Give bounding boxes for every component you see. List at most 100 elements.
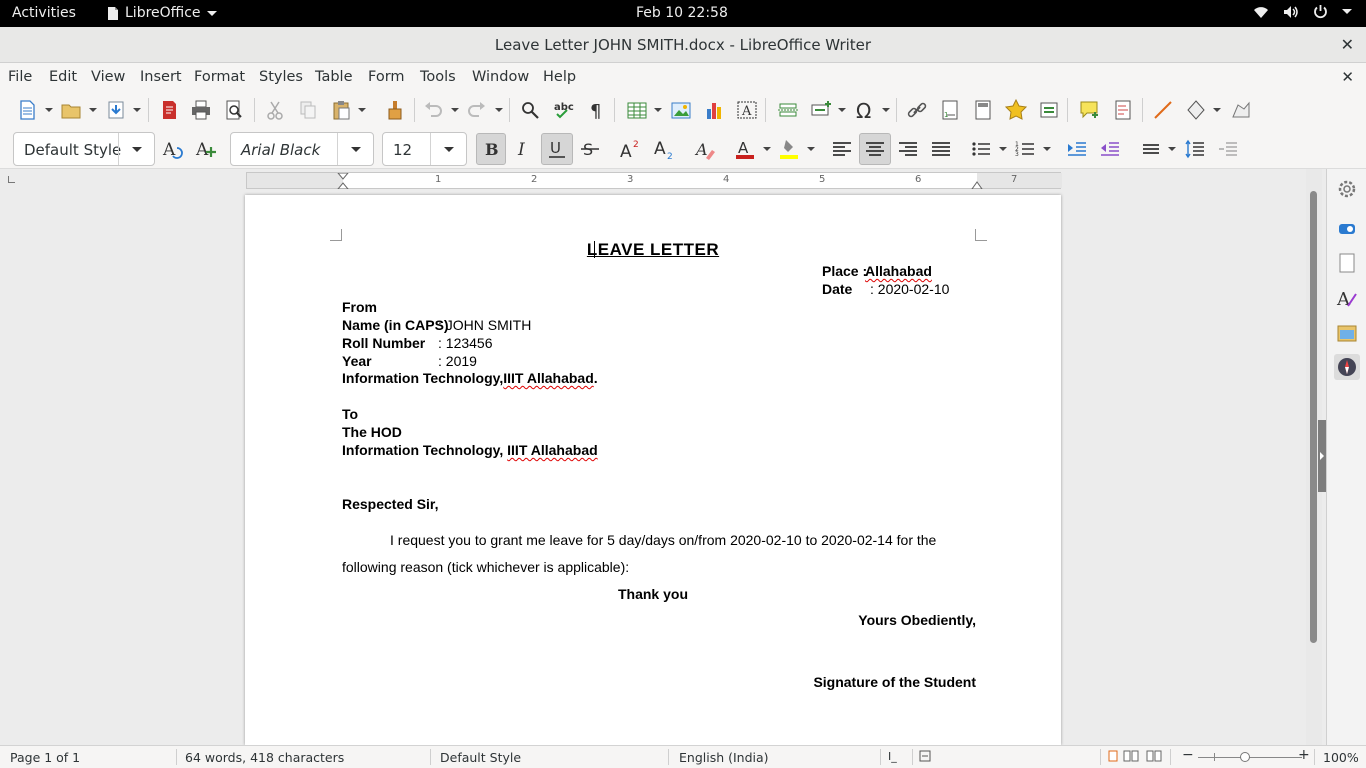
zoom-out-button[interactable]: − — [1182, 747, 1194, 763]
increase-indent-icon[interactable] — [1064, 136, 1090, 162]
print-preview-icon[interactable] — [221, 97, 247, 123]
line-spacing-icon[interactable] — [1138, 136, 1164, 162]
chevron-down-icon[interactable] — [495, 108, 503, 112]
page-header-icon[interactable] — [970, 97, 996, 123]
draw-functions-icon[interactable] — [1228, 97, 1254, 123]
bookmark-icon[interactable] — [1003, 97, 1029, 123]
superscript-button[interactable]: A2 — [617, 136, 643, 162]
chevron-down-icon[interactable] — [451, 108, 459, 112]
align-right-button[interactable] — [895, 136, 921, 162]
print-icon[interactable] — [188, 97, 214, 123]
chevron-down-icon[interactable] — [763, 147, 771, 151]
chevron-down-icon[interactable] — [133, 108, 141, 112]
menu-window[interactable]: Window — [472, 69, 529, 85]
menu-view[interactable]: View — [91, 69, 125, 85]
new-style-icon[interactable]: A — [193, 136, 219, 162]
right-indent-marker-icon[interactable] — [970, 181, 984, 189]
export-pdf-icon[interactable] — [156, 97, 182, 123]
chevron-down-icon[interactable] — [89, 108, 97, 112]
update-style-icon[interactable]: A — [160, 136, 186, 162]
chevron-down-icon[interactable] — [807, 147, 815, 151]
paragraph-style-combo[interactable]: Default Style — [13, 132, 155, 166]
insert-textbox-icon[interactable]: A — [734, 97, 760, 123]
insert-field-icon[interactable] — [808, 97, 834, 123]
text-language[interactable]: English (India) — [679, 750, 769, 765]
unordered-list-icon[interactable] — [968, 136, 994, 162]
font-color-icon[interactable]: A — [732, 136, 758, 162]
chevron-down-icon[interactable] — [430, 133, 466, 165]
menu-file[interactable]: File — [8, 69, 32, 85]
align-center-button[interactable] — [859, 133, 891, 165]
paragraph-indent-icon[interactable] — [1215, 136, 1241, 162]
chevron-down-icon[interactable] — [337, 133, 373, 165]
special-character-icon[interactable]: Ω — [852, 97, 878, 123]
zoom-in-button[interactable]: + — [1298, 747, 1310, 763]
insert-line-icon[interactable] — [1150, 97, 1176, 123]
paragraph-spacing-icon[interactable] — [1182, 136, 1208, 162]
scrollbar-thumb[interactable] — [1310, 191, 1317, 643]
basic-shapes-icon[interactable] — [1183, 97, 1209, 123]
document-close-button[interactable]: ✕ — [1341, 68, 1354, 86]
decrease-indent-icon[interactable] — [1097, 136, 1123, 162]
clock[interactable]: Feb 10 22:58 — [636, 5, 728, 21]
save-icon[interactable] — [103, 97, 129, 123]
insert-chart-icon[interactable] — [701, 97, 727, 123]
sidebar-settings-icon[interactable] — [1334, 176, 1360, 202]
highlight-color-icon[interactable] — [776, 136, 802, 162]
cross-reference-icon[interactable] — [1036, 97, 1062, 123]
sidebar-gallery-icon[interactable] — [1334, 320, 1360, 346]
chevron-down-icon[interactable] — [45, 108, 53, 112]
clear-formatting-icon[interactable]: A — [692, 136, 718, 162]
sidebar-styles-icon[interactable]: A — [1334, 285, 1360, 311]
chevron-down-icon[interactable] — [358, 108, 366, 112]
menu-form[interactable]: Form — [368, 69, 405, 85]
italic-button[interactable]: I — [510, 136, 536, 162]
indent-marker-icon[interactable] — [336, 173, 350, 189]
word-count[interactable]: 64 words, 418 characters — [185, 750, 344, 765]
menu-help[interactable]: Help — [543, 69, 576, 85]
redo-icon[interactable] — [464, 97, 490, 123]
hyperlink-icon[interactable] — [904, 97, 930, 123]
cut-icon[interactable] — [262, 97, 288, 123]
insert-mode-icon[interactable]: I_ — [888, 750, 897, 763]
new-document-icon[interactable] — [14, 97, 40, 123]
justify-button[interactable] — [928, 136, 954, 162]
chevron-down-icon[interactable] — [882, 108, 890, 112]
font-name-combo[interactable]: Arial Black — [230, 132, 374, 166]
sidebar-navigator-icon[interactable] — [1334, 354, 1360, 380]
chevron-down-icon[interactable] — [118, 133, 154, 165]
menu-table[interactable]: Table — [315, 69, 353, 85]
undo-icon[interactable] — [420, 97, 446, 123]
underline-button[interactable]: U — [541, 133, 573, 165]
track-changes-icon[interactable] — [1110, 97, 1136, 123]
zoom-level[interactable]: 100% — [1323, 750, 1359, 765]
menu-edit[interactable]: Edit — [49, 69, 77, 85]
zoom-slider-handle[interactable] — [1240, 752, 1250, 762]
menu-format[interactable]: Format — [194, 69, 245, 85]
chevron-down-icon[interactable] — [1213, 108, 1221, 112]
align-left-button[interactable] — [829, 136, 855, 162]
app-menu[interactable]: LibreOffice — [107, 5, 217, 21]
footnote-icon[interactable]: 1 — [937, 97, 963, 123]
subscript-button[interactable]: A2 — [651, 136, 677, 162]
open-folder-icon[interactable] — [58, 97, 84, 123]
document-modified-icon[interactable] — [919, 750, 931, 765]
copy-icon[interactable] — [295, 97, 321, 123]
chevron-down-icon[interactable] — [654, 108, 662, 112]
find-replace-icon[interactable] — [517, 97, 543, 123]
menu-styles[interactable]: Styles — [259, 69, 303, 85]
insert-page-break-icon[interactable] — [775, 97, 801, 123]
page-style[interactable]: Default Style — [440, 750, 521, 765]
book-view-icon[interactable] — [1146, 750, 1162, 765]
single-page-view-icon[interactable] — [1108, 750, 1118, 765]
insert-table-icon[interactable] — [624, 97, 650, 123]
ordered-list-icon[interactable]: 123 — [1012, 136, 1038, 162]
sidebar-collapse-handle[interactable] — [1318, 420, 1326, 492]
font-size-combo[interactable]: 12 — [382, 132, 467, 166]
strikethrough-button[interactable]: S — [577, 136, 603, 162]
menu-tools[interactable]: Tools — [420, 69, 456, 85]
paste-icon[interactable] — [328, 97, 354, 123]
spelling-icon[interactable]: abc — [550, 97, 576, 123]
horizontal-ruler[interactable]: 1 2 3 4 5 6 7 — [246, 172, 1062, 189]
chevron-down-icon[interactable] — [1168, 147, 1176, 151]
